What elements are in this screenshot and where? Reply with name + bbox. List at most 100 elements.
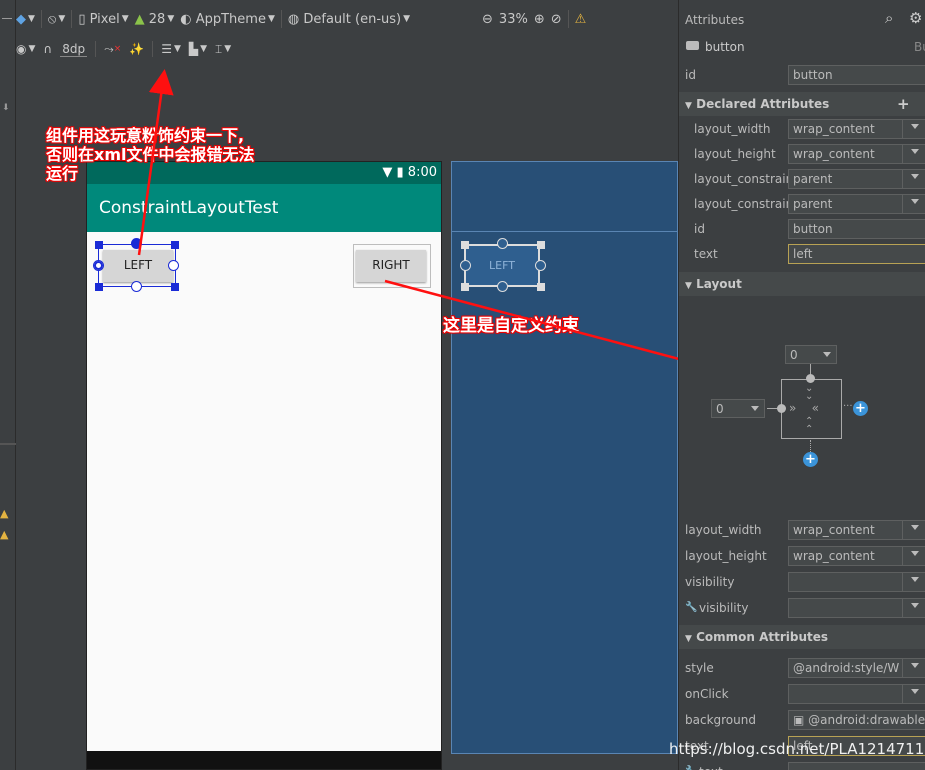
common-attributes-section[interactable]: ▼ Common Attributes bbox=[679, 625, 925, 649]
zoom-level: 33% bbox=[498, 11, 528, 27]
dropdown-arrow-icon[interactable] bbox=[911, 577, 919, 582]
panel-title: Attributes bbox=[685, 13, 745, 27]
attribute-value-field[interactable]: parent bbox=[788, 169, 925, 189]
collapse-icon: ▼ bbox=[685, 281, 692, 291]
theme-icon: ◐ bbox=[180, 11, 192, 27]
layers-icon[interactable]: ◆ ▼ bbox=[16, 12, 35, 27]
attribute-value-field[interactable]: button bbox=[788, 219, 925, 239]
attribute-value-field[interactable]: ▣ @android:drawable bbox=[788, 710, 925, 730]
dropdown-arrow-icon[interactable] bbox=[911, 525, 919, 530]
collapse-icon: ▼ bbox=[685, 634, 692, 644]
constraint-anchor-left[interactable] bbox=[93, 260, 104, 271]
attribute-value-field[interactable] bbox=[788, 572, 925, 592]
view-options-icon[interactable]: ◉ ▼ bbox=[16, 42, 35, 56]
align-icon[interactable]: ▙ ▼ bbox=[189, 42, 207, 56]
attribute-value-field[interactable]: wrap_content bbox=[788, 546, 925, 566]
blueprint-handle[interactable] bbox=[461, 283, 469, 291]
dropdown-arrow-icon[interactable] bbox=[911, 174, 919, 179]
attribute-label: id bbox=[694, 222, 705, 236]
constraint-anchor-top[interactable] bbox=[131, 238, 142, 249]
default-margin[interactable]: 8dp bbox=[60, 42, 88, 57]
dropdown-arrow-icon[interactable] bbox=[911, 603, 919, 608]
attributes-panel: Attributes ⌕ ⚙ button Bu id button ▼ Dec… bbox=[678, 0, 925, 770]
dropdown-arrow-icon[interactable] bbox=[911, 663, 919, 668]
resize-handle[interactable] bbox=[171, 241, 179, 249]
add-icon[interactable]: + bbox=[897, 92, 910, 116]
blueprint-handle[interactable] bbox=[461, 241, 469, 249]
locale-selector[interactable]: ◍ Default (en-us) ▼ bbox=[288, 12, 410, 27]
dropdown-arrow-icon[interactable] bbox=[911, 149, 919, 154]
warning-icon[interactable]: ▲ bbox=[0, 528, 8, 541]
attribute-value-field[interactable]: wrap_content bbox=[788, 119, 925, 139]
attribute-value-field[interactable]: wrap_content bbox=[788, 520, 925, 540]
attribute-label: text bbox=[699, 765, 723, 770]
layout-row-3: 🔧 visibility bbox=[679, 596, 925, 621]
attribute-value-field[interactable] bbox=[788, 684, 925, 704]
dropdown-arrow-icon[interactable] bbox=[911, 199, 919, 204]
image-icon: ▣ bbox=[793, 713, 809, 727]
constraint-right-dots: ··· bbox=[843, 401, 853, 412]
blueprint-appbar-line bbox=[451, 231, 678, 232]
autoconnect-magnet-icon[interactable]: ∩ bbox=[43, 42, 52, 56]
theme-selector[interactable]: ◐ AppTheme ▼ bbox=[180, 12, 275, 27]
component-name: button bbox=[705, 40, 745, 54]
declared-5: text left bbox=[679, 242, 925, 267]
app-bar-title: ConstraintLayoutTest bbox=[87, 184, 441, 232]
pack-icon[interactable]: ☰ ▼ bbox=[161, 42, 181, 56]
design-toolbar: ◆ ▼ ⦸ ▼ ▯ Pixel ▼ ▲ 28 ▼ ◐ AppTheme ▼ ◍ Defau… bbox=[16, 4, 586, 34]
zoom-out-icon[interactable]: ⊖ bbox=[482, 12, 493, 27]
infer-constraints-icon[interactable]: ✨ bbox=[129, 42, 144, 56]
right-button[interactable]: RIGHT bbox=[356, 250, 426, 282]
dropdown-arrow-icon[interactable] bbox=[911, 124, 919, 129]
guidelines-icon[interactable]: ⌶ ▼ bbox=[215, 42, 231, 57]
dropdown-arrow-icon[interactable] bbox=[911, 551, 919, 556]
orientation-icon[interactable]: ⦸ ▼ bbox=[48, 12, 65, 27]
zoom-fit-icon[interactable]: ⊘ bbox=[551, 12, 562, 27]
warning-icon[interactable]: ⚠ bbox=[575, 12, 587, 27]
constraint-anchor-bottom[interactable] bbox=[131, 281, 142, 292]
blueprint-left-label: LEFT bbox=[489, 259, 515, 272]
attribute-value-field[interactable] bbox=[788, 762, 925, 770]
declared-attributes-section[interactable]: ▼ Declared Attributes + bbox=[679, 92, 925, 116]
clear-constraints-icon[interactable]: ⤳ × bbox=[104, 42, 121, 57]
constraint-anchor-right[interactable] bbox=[168, 260, 179, 271]
resize-handle[interactable] bbox=[95, 241, 103, 249]
dropdown-arrow-icon[interactable] bbox=[911, 689, 919, 694]
margin-left-dropdown[interactable]: 0 bbox=[711, 399, 765, 418]
zoom-in-icon[interactable]: ⊕ bbox=[534, 12, 545, 27]
attribute-value-field[interactable]: left bbox=[788, 244, 925, 264]
nav-bar bbox=[87, 751, 441, 769]
attribute-value-field[interactable] bbox=[788, 598, 925, 618]
battery-icon: ▮ bbox=[396, 165, 404, 180]
layout-section[interactable]: ▼ Layout bbox=[679, 272, 925, 296]
constraint-bottom-dots bbox=[810, 440, 811, 452]
resize-handle[interactable] bbox=[171, 283, 179, 291]
attribute-value-field[interactable]: parent bbox=[788, 194, 925, 214]
warning-icon[interactable]: ▲ bbox=[0, 507, 8, 520]
add-bottom-constraint-icon[interactable]: + bbox=[803, 452, 818, 467]
width-chevrons-icon: » « bbox=[789, 401, 819, 415]
gear-icon[interactable]: ⚙ bbox=[909, 9, 922, 27]
resize-handle[interactable] bbox=[95, 283, 103, 291]
annotation-note: 组件用这玩意粉饰约束一下, 否则在xml文件中会报错无法 运行 bbox=[46, 126, 255, 183]
blueprint-handle[interactable] bbox=[537, 283, 545, 291]
layout-row-1: layout_height wrap_content bbox=[679, 544, 925, 569]
blueprint-anchor[interactable] bbox=[497, 281, 508, 292]
declared-4: id button bbox=[679, 217, 925, 242]
constraint-left-anchor[interactable] bbox=[777, 404, 786, 413]
blueprint-handle[interactable] bbox=[537, 241, 545, 249]
blueprint-anchor[interactable] bbox=[460, 260, 471, 271]
attribute-label: layout_constraint bbox=[694, 197, 798, 211]
constraint-top-anchor[interactable] bbox=[806, 374, 815, 383]
blueprint-anchor[interactable] bbox=[535, 260, 546, 271]
api-selector[interactable]: ▲ 28 ▼ bbox=[135, 12, 175, 27]
id-field[interactable]: button bbox=[788, 65, 925, 85]
device-selector[interactable]: ▯ Pixel ▼ bbox=[78, 12, 128, 27]
attribute-value-field[interactable]: @android:style/W bbox=[788, 658, 925, 678]
attribute-value-field[interactable]: wrap_content bbox=[788, 144, 925, 164]
blueprint-anchor[interactable] bbox=[497, 238, 508, 249]
search-icon[interactable]: ⌕ bbox=[885, 9, 893, 27]
constraint-toolbar: ◉ ▼ ∩ 8dp ⤳ × ✨ ☰ ▼ ▙ ▼ ⌶ ▼ bbox=[16, 36, 231, 62]
margin-top-dropdown[interactable]: 0 bbox=[785, 345, 837, 364]
add-right-constraint-icon[interactable]: + bbox=[853, 401, 868, 416]
